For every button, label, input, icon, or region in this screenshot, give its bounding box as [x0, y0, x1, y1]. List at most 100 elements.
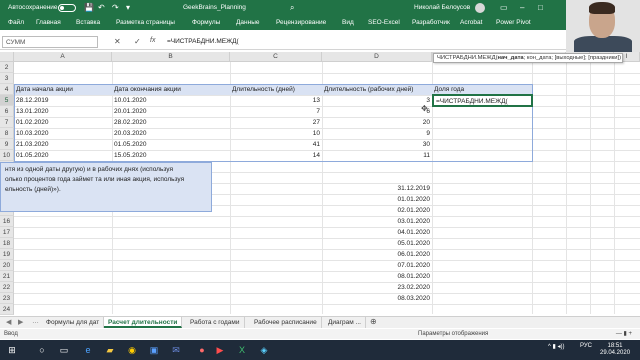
spreadsheet-grid[interactable]: A B C D E F G H I 2 3 4 5 6 7 8 9 10 11 …: [0, 52, 640, 315]
tab-developer[interactable]: Разработчик: [412, 19, 450, 26]
chrome-icon[interactable]: ◉: [126, 344, 138, 356]
note-textbox[interactable]: нтя из одной даты другую) и в рабочих дн…: [0, 162, 212, 212]
col-header-d[interactable]: D: [322, 52, 432, 62]
row-header[interactable]: 17: [0, 227, 14, 238]
tab-formulas[interactable]: Формулы: [192, 19, 220, 26]
row-header[interactable]: 16: [0, 216, 14, 227]
row-header[interactable]: 20: [0, 260, 14, 271]
table-cell[interactable]: 01.05.2020: [112, 139, 230, 150]
tab-seo-excel[interactable]: SEO-Excel: [368, 19, 400, 26]
holiday-date-cell[interactable]: 08.03.2020: [322, 293, 432, 304]
recorder-icon[interactable]: ●: [196, 344, 208, 356]
display-settings[interactable]: Параметры отображения: [418, 329, 488, 339]
table-header-cell[interactable]: Длительность (рабочих дней): [322, 84, 432, 95]
table-cell[interactable]: 10.03.2020: [14, 128, 112, 139]
file-explorer-icon[interactable]: ▰: [104, 344, 116, 356]
tab-review[interactable]: Рецензирование: [276, 19, 326, 26]
autosave-toggle[interactable]: [58, 4, 76, 12]
row-header[interactable]: 9: [0, 139, 14, 150]
tab-acrobat[interactable]: Acrobat: [460, 19, 482, 26]
save-icon[interactable]: 💾: [84, 3, 94, 12]
sheet-more-icon[interactable]: …: [32, 318, 39, 325]
user-name[interactable]: Николай Белоусов: [414, 4, 470, 11]
row-header[interactable]: 6: [0, 106, 14, 117]
excel-taskbar-icon[interactable]: X: [236, 344, 248, 356]
edge-icon[interactable]: e: [82, 344, 94, 356]
add-sheet-icon[interactable]: ⊕: [370, 317, 377, 326]
formula-input[interactable]: =ЧИСТРАБДНИ.МЕЖД(: [164, 36, 564, 48]
function-argument-tooltip[interactable]: ЧИСТРАБДНИ.МЕЖД(нач_дата; кон_дата; [вых…: [433, 53, 623, 63]
table-cell[interactable]: 20: [322, 117, 432, 128]
table-header-cell[interactable]: Длительность (дней): [230, 84, 322, 95]
row-header[interactable]: 5: [0, 95, 14, 106]
mail-icon[interactable]: ✉: [170, 344, 182, 356]
table-cell[interactable]: 27: [230, 117, 322, 128]
zoom-slider[interactable]: — ▮ +: [616, 329, 632, 339]
col-header-c[interactable]: C: [230, 52, 322, 62]
search-icon[interactable]: ⌕: [290, 3, 294, 13]
active-cell-editor[interactable]: =ЧИСТРАБДНИ.МЕЖД(: [432, 94, 533, 107]
windows-start-icon[interactable]: ⊞: [6, 344, 18, 356]
table-cell[interactable]: 10: [230, 128, 322, 139]
avatar[interactable]: [475, 3, 485, 13]
customize-toolbar-icon[interactable]: ▾: [126, 3, 130, 12]
cancel-icon[interactable]: ✕: [114, 37, 121, 46]
sheet-tab-dates-formulas[interactable]: Формулы для дат: [42, 317, 105, 328]
table-cell[interactable]: 7: [230, 106, 322, 117]
table-cell[interactable]: 20.01.2020: [112, 106, 230, 117]
table-cell[interactable]: 13.01.2020: [14, 106, 112, 117]
table-cell[interactable]: 6: [322, 106, 432, 117]
table-cell[interactable]: 28.12.2019: [14, 95, 112, 106]
table-cell[interactable]: 14: [230, 150, 322, 161]
media-icon[interactable]: ▶: [214, 344, 226, 356]
redo-icon[interactable]: ↷: [112, 3, 119, 12]
table-cell[interactable]: 01.05.2020: [14, 150, 112, 161]
holiday-date-cell[interactable]: 01.01.2020: [322, 194, 432, 205]
tab-page-layout[interactable]: Разметка страницы: [116, 19, 175, 26]
holiday-date-cell[interactable]: 31.12.2019: [322, 183, 432, 194]
row-header[interactable]: 22: [0, 282, 14, 293]
tab-data[interactable]: Данные: [236, 19, 259, 26]
holiday-date-cell[interactable]: 07.01.2020: [322, 260, 432, 271]
row-header[interactable]: 7: [0, 117, 14, 128]
sheet-tab-schedule[interactable]: Рабочее расписание: [250, 317, 322, 328]
select-all-corner[interactable]: [0, 52, 14, 62]
table-cell[interactable]: 28.02.2020: [112, 117, 230, 128]
row-header[interactable]: 8: [0, 128, 14, 139]
table-cell[interactable]: 11: [322, 150, 432, 161]
sheet-next-icon[interactable]: ▶: [18, 318, 23, 326]
table-cell[interactable]: 21.03.2020: [14, 139, 112, 150]
tab-view[interactable]: Вид: [342, 19, 354, 26]
table-cell[interactable]: 9: [322, 128, 432, 139]
row-header[interactable]: 21: [0, 271, 14, 282]
tab-file[interactable]: Файл: [8, 19, 24, 26]
holiday-date-cell[interactable]: 05.01.2020: [322, 238, 432, 249]
table-cell[interactable]: 01.02.2020: [14, 117, 112, 128]
row-header[interactable]: 18: [0, 238, 14, 249]
col-header-b[interactable]: B: [112, 52, 230, 62]
holiday-date-cell[interactable]: 02.01.2020: [322, 205, 432, 216]
holiday-date-cell[interactable]: 06.01.2020: [322, 249, 432, 260]
clock[interactable]: 18:51 29.04.2020: [600, 343, 630, 357]
holiday-date-cell[interactable]: 23.02.2020: [322, 282, 432, 293]
table-header-cell[interactable]: Дата начала акции: [14, 84, 112, 95]
row-header[interactable]: 24: [0, 304, 14, 315]
row-header[interactable]: 2: [0, 62, 14, 73]
name-box[interactable]: СУММ: [2, 36, 98, 48]
tooltip-current-arg[interactable]: нач_дата: [498, 55, 524, 61]
holiday-date-cell[interactable]: 03.01.2020: [322, 216, 432, 227]
row-header[interactable]: 23: [0, 293, 14, 304]
table-cell[interactable]: 10.01.2020: [112, 95, 230, 106]
row-header[interactable]: 4: [0, 84, 14, 95]
sheet-tab-duration[interactable]: Расчет длительности: [104, 317, 183, 328]
tab-power-pivot[interactable]: Power Pivot: [496, 19, 531, 26]
table-cell[interactable]: 3: [322, 95, 432, 106]
col-header-a[interactable]: A: [14, 52, 112, 62]
undo-icon[interactable]: ↶: [98, 3, 105, 12]
enter-icon[interactable]: ✓: [134, 37, 141, 46]
ribbon-display-icon[interactable]: ▭: [500, 3, 508, 12]
minimize-icon[interactable]: –: [520, 3, 524, 12]
table-cell[interactable]: 15.05.2020: [112, 150, 230, 161]
holiday-date-cell[interactable]: 04.01.2020: [322, 227, 432, 238]
table-header-cell[interactable]: Дата окончания акции: [112, 84, 230, 95]
